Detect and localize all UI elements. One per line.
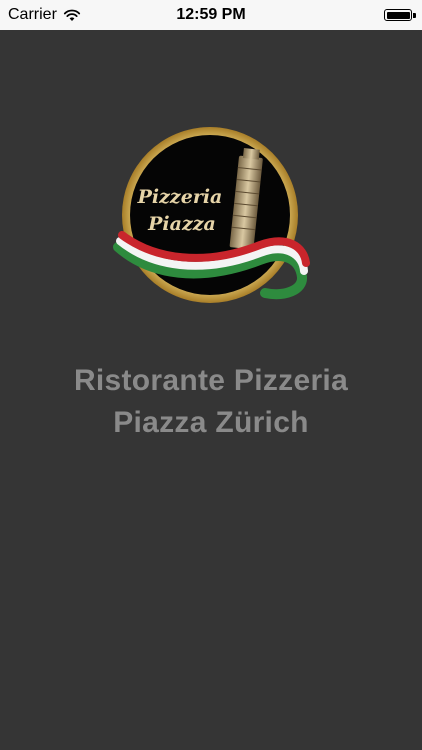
battery-tip bbox=[413, 12, 416, 18]
logo-text-line1: Pizzeria bbox=[137, 186, 223, 208]
logo-text-line2: Piazza bbox=[147, 213, 216, 235]
status-bar: Carrier 12:59 PM bbox=[0, 0, 422, 30]
pizzeria-logo: Pizzeria Piazza bbox=[113, 127, 310, 303]
restaurant-name-line1: Ristorante Pizzeria bbox=[73, 364, 349, 397]
restaurant-name: Ristorante Pizzeria Piazza Zürich bbox=[0, 360, 422, 444]
restaurant-name-line2: Piazza Zürich bbox=[113, 406, 309, 439]
battery-icon bbox=[384, 9, 412, 21]
battery-level bbox=[386, 11, 410, 19]
status-time: 12:59 PM bbox=[176, 6, 246, 23]
